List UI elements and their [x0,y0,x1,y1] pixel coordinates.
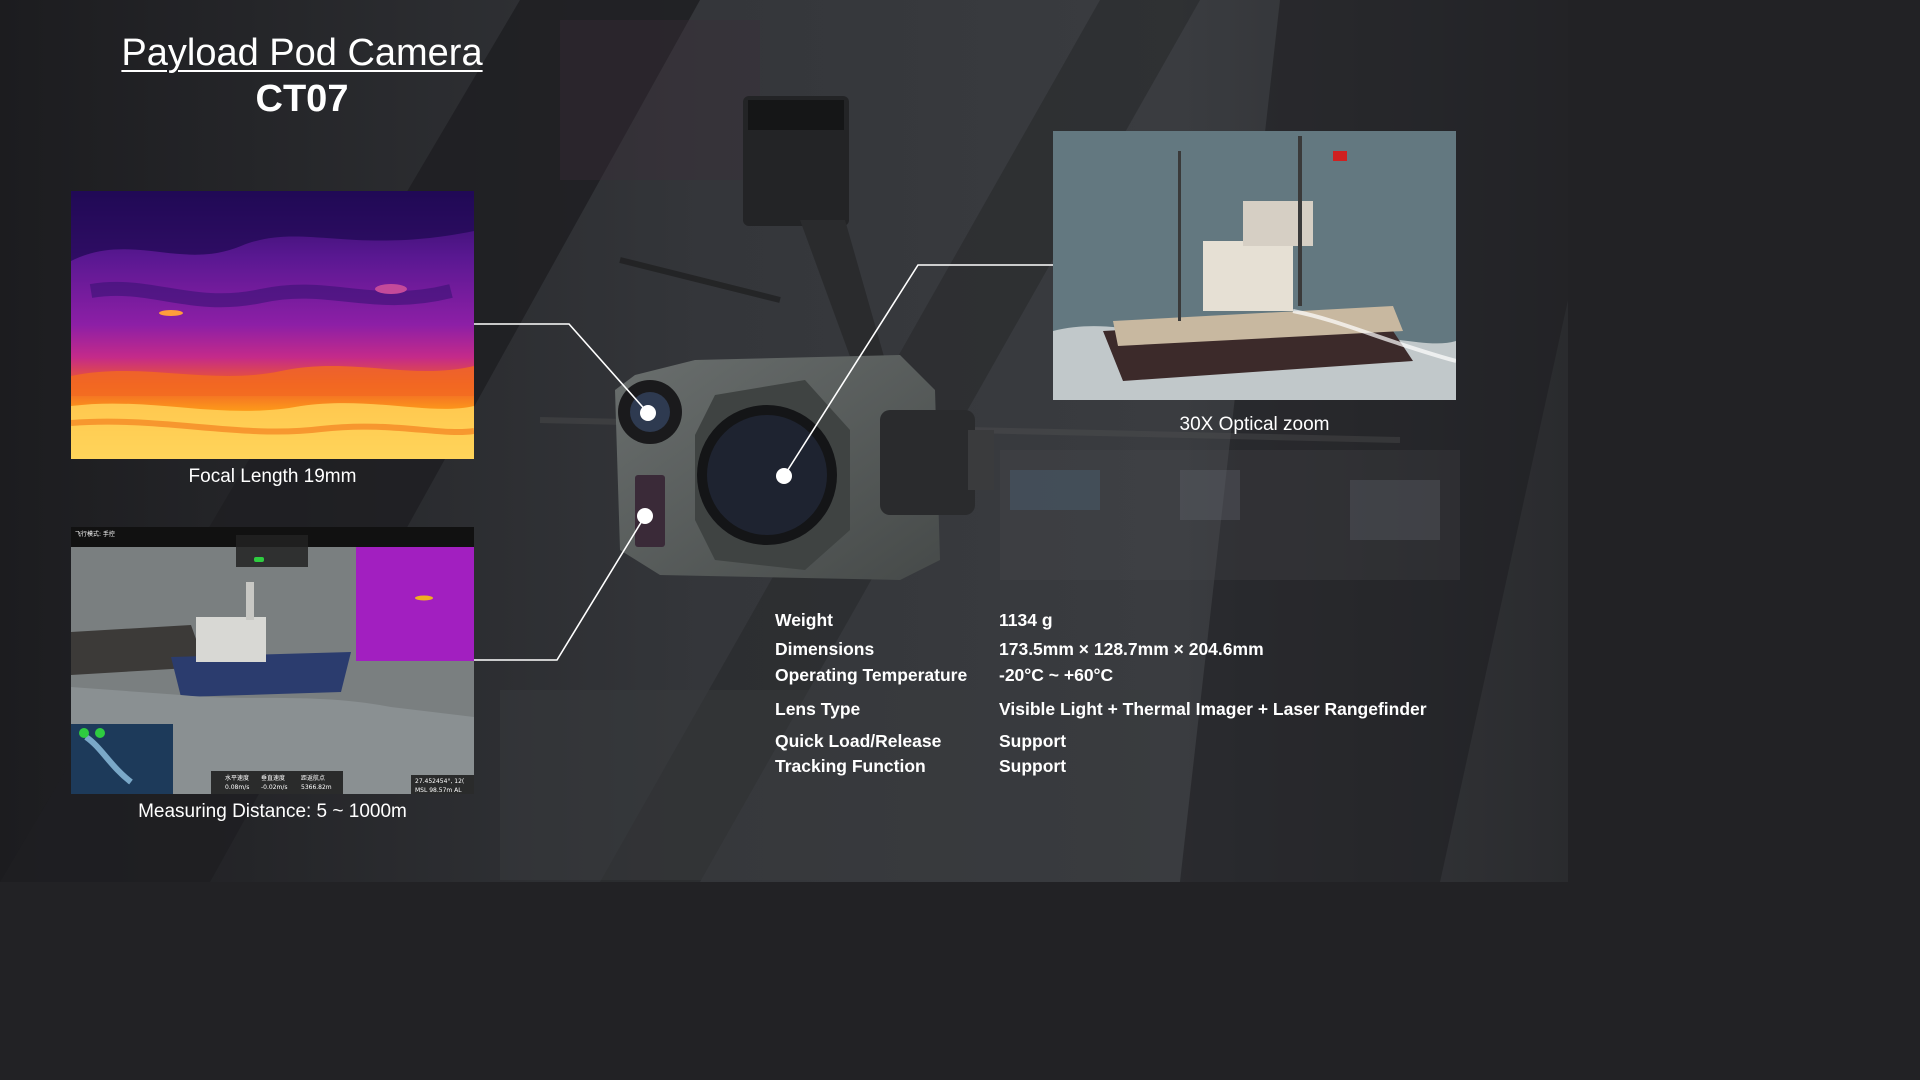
spec-value: -20°C ~ +60°C [999,665,1114,685]
spec-label: Dimensions [775,639,875,659]
spec-label: Operating Temperature [775,665,968,685]
spec-label: Weight [775,610,834,630]
spec-value: Support [999,756,1067,776]
thermal-connector [474,323,649,414]
thermal-lens-marker [640,405,656,421]
zoom-lens-marker [776,468,792,484]
laser-marker [637,508,653,524]
spec-value: Support [999,731,1067,751]
spec-label: Lens Type [775,699,861,719]
ranging-connector [474,515,646,661]
spec-label: Quick Load/Release [775,731,942,751]
spec-label: Tracking Function [775,756,926,776]
zoom-connector [783,264,1053,477]
spec-value: 173.5mm × 128.7mm × 204.6mm [999,639,1264,659]
spec-value: 1134 g [999,610,1053,630]
spec-value: Visible Light + Thermal Imager + Laser R… [999,699,1427,719]
